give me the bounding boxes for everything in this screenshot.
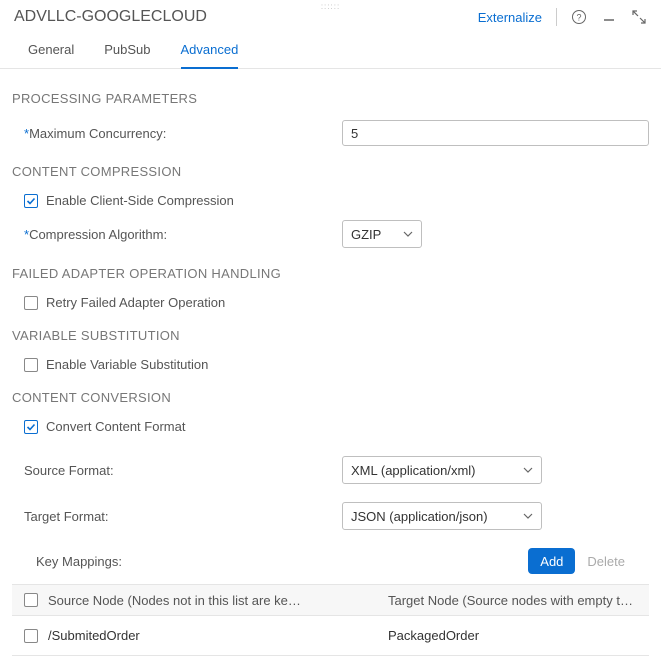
- tab-pubsub[interactable]: PubSub: [104, 42, 150, 68]
- compression-algo-select[interactable]: GZIP: [342, 220, 422, 248]
- target-format-label: Target Format:: [24, 509, 334, 524]
- externalize-link[interactable]: Externalize: [478, 10, 542, 25]
- section-processing: PROCESSING PARAMETERS: [12, 91, 649, 106]
- enable-varsub-checkbox[interactable]: [24, 358, 38, 372]
- window-header: :::::: ADVLLC-GOOGLECLOUD Externalize ?: [0, 0, 661, 30]
- section-conversion: CONTENT CONVERSION: [12, 390, 649, 405]
- col-target-node: Target Node (Source nodes with empty t…: [388, 593, 637, 608]
- max-concurrency-label: Maximum Concurrency:: [24, 126, 334, 141]
- tab-general[interactable]: General: [28, 42, 74, 68]
- svg-text:?: ?: [576, 13, 581, 23]
- select-all-checkbox[interactable]: [24, 593, 38, 607]
- section-failed: FAILED ADAPTER OPERATION HANDLING: [12, 266, 649, 281]
- add-button[interactable]: Add: [528, 548, 575, 574]
- row-enable-varsub: Enable Variable Substitution: [12, 351, 649, 378]
- source-format-select[interactable]: XML (application/xml): [342, 456, 542, 484]
- chevron-down-icon: [523, 465, 533, 475]
- minimize-icon[interactable]: [601, 9, 617, 25]
- row-checkbox[interactable]: [24, 629, 38, 643]
- col-source-node: Source Node (Nodes not in this list are …: [48, 593, 378, 608]
- cell-target: PackagedOrder: [388, 628, 637, 643]
- convert-content-label: Convert Content Format: [46, 419, 185, 434]
- chevron-down-icon: [403, 229, 413, 239]
- key-mappings-header: Key Mappings: Add Delete: [12, 536, 649, 584]
- key-mappings-label: Key Mappings:: [36, 554, 528, 569]
- enable-compression-label: Enable Client-Side Compression: [46, 193, 234, 208]
- row-target-format: Target Format: JSON (application/json): [12, 496, 649, 536]
- row-source-format: Source Format: XML (application/xml): [12, 450, 649, 490]
- tab-content: PROCESSING PARAMETERS Maximum Concurrenc…: [0, 69, 661, 672]
- help-icon[interactable]: ?: [571, 9, 587, 25]
- row-max-concurrency: Maximum Concurrency:: [12, 114, 649, 152]
- enable-compression-checkbox[interactable]: [24, 194, 38, 208]
- expand-icon[interactable]: [631, 9, 647, 25]
- key-mappings-table-header: Source Node (Nodes not in this list are …: [12, 584, 649, 616]
- row-retry-failed: Retry Failed Adapter Operation: [12, 289, 649, 316]
- max-concurrency-input[interactable]: [342, 120, 649, 146]
- row-compression-algo: Compression Algorithm: GZIP: [12, 214, 649, 254]
- drag-handle-icon[interactable]: ::::::: [321, 2, 340, 11]
- convert-content-checkbox[interactable]: [24, 420, 38, 434]
- enable-varsub-label: Enable Variable Substitution: [46, 357, 208, 372]
- retry-failed-label: Retry Failed Adapter Operation: [46, 295, 225, 310]
- compression-algo-label: Compression Algorithm:: [24, 227, 334, 242]
- section-compression: CONTENT COMPRESSION: [12, 164, 649, 179]
- retry-failed-checkbox[interactable]: [24, 296, 38, 310]
- divider: [556, 8, 557, 26]
- page-title: ADVLLC-GOOGLECLOUD: [14, 8, 478, 26]
- header-actions: Externalize ?: [478, 8, 647, 26]
- row-enable-compression: Enable Client-Side Compression: [12, 187, 649, 214]
- compression-algo-value: GZIP: [351, 227, 381, 242]
- delete-button: Delete: [575, 548, 637, 574]
- target-format-value: JSON (application/json): [351, 509, 488, 524]
- source-format-label: Source Format:: [24, 463, 334, 478]
- chevron-down-icon: [523, 511, 533, 521]
- tab-advanced[interactable]: Advanced: [181, 42, 239, 69]
- tab-bar: General PubSub Advanced: [0, 30, 661, 69]
- source-format-value: XML (application/xml): [351, 463, 476, 478]
- cell-source: /SubmitedOrder: [48, 628, 378, 643]
- row-convert-content: Convert Content Format: [12, 413, 649, 440]
- table-row[interactable]: /SubmitedOrder PackagedOrder: [12, 616, 649, 656]
- target-format-select[interactable]: JSON (application/json): [342, 502, 542, 530]
- section-varsub: VARIABLE SUBSTITUTION: [12, 328, 649, 343]
